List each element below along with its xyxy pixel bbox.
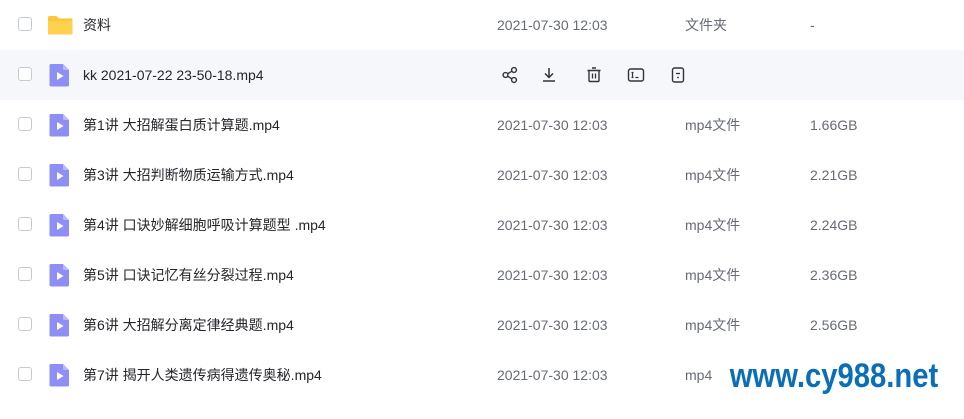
row-checkbox[interactable] [18, 167, 32, 181]
file-size: 1.66GB [810, 117, 858, 133]
file-row[interactable]: 第4讲 口诀妙解细胞呼吸计算题型 .mp4 2021-07-30 12:03 m… [0, 200, 964, 250]
file-date: 2021-07-30 12:03 [497, 317, 608, 333]
file-size: 2.24GB [810, 217, 858, 233]
file-type: mp4文件 [685, 317, 741, 333]
watermark: www.cy988.net [728, 354, 941, 398]
file-type: mp4文件 [685, 167, 741, 183]
file-row[interactable]: kk 2021-07-22 23-50-18.mp4 [0, 50, 964, 100]
file-type: 文件夹 [685, 17, 727, 33]
share-icon[interactable] [498, 63, 522, 87]
video-file-icon [47, 362, 73, 388]
file-date: 2021-07-30 12:03 [497, 217, 608, 233]
row-checkbox[interactable] [18, 317, 32, 331]
file-date: 2021-07-30 12:03 [497, 117, 608, 133]
row-checkbox[interactable] [18, 267, 32, 281]
file-type: mp4文件 [685, 217, 741, 233]
file-size: 2.21GB [810, 167, 858, 183]
file-name[interactable]: 第5讲 口诀记忆有丝分裂过程.mp4 [83, 250, 294, 300]
file-name[interactable]: 第7讲 揭开人类遗传病得遗传奥秘.mp4 [83, 350, 322, 400]
file-date: 2021-07-30 12:03 [497, 367, 608, 383]
delete-icon[interactable] [582, 63, 606, 87]
file-row[interactable]: 第5讲 口诀记忆有丝分裂过程.mp4 2021-07-30 12:03 mp4文… [0, 250, 964, 300]
file-date: 2021-07-30 12:03 [497, 167, 608, 183]
row-checkbox[interactable] [18, 117, 32, 131]
download-icon[interactable] [537, 63, 561, 87]
file-name[interactable]: kk 2021-07-22 23-50-18.mp4 [83, 50, 264, 100]
video-file-icon [47, 162, 73, 188]
row-checkbox[interactable] [18, 217, 32, 231]
more-icon[interactable] [666, 63, 690, 87]
file-list: 资料 2021-07-30 12:03 文件夹 - kk 2021-07-22 … [0, 0, 964, 400]
file-size: - [810, 17, 815, 33]
file-row[interactable]: 资料 2021-07-30 12:03 文件夹 - [0, 0, 964, 50]
file-row[interactable]: 第1讲 大招解蛋白质计算题.mp4 2021-07-30 12:03 mp4文件… [0, 100, 964, 150]
rename-icon[interactable] [624, 63, 648, 87]
file-row[interactable]: 第3讲 大招判断物质运输方式.mp4 2021-07-30 12:03 mp4文… [0, 150, 964, 200]
row-checkbox[interactable] [18, 17, 32, 31]
folder-icon [47, 12, 73, 38]
row-checkbox[interactable] [18, 67, 32, 81]
file-size: 2.56GB [810, 317, 858, 333]
file-row[interactable]: 第6讲 大招解分离定律经典题.mp4 2021-07-30 12:03 mp4文… [0, 300, 964, 350]
row-checkbox[interactable] [18, 367, 32, 381]
video-file-icon [47, 312, 73, 338]
file-type: mp4文件 [685, 267, 741, 283]
file-date: 2021-07-30 12:03 [497, 17, 608, 33]
file-type: mp4文件 [685, 117, 741, 133]
file-date: 2021-07-30 12:03 [497, 267, 608, 283]
file-name[interactable]: 第1讲 大招解蛋白质计算题.mp4 [83, 100, 280, 150]
file-name[interactable]: 资料 [83, 0, 111, 50]
file-type: mp4 [685, 367, 713, 383]
file-name[interactable]: 第6讲 大招解分离定律经典题.mp4 [83, 300, 294, 350]
file-size: 2.36GB [810, 267, 858, 283]
video-file-icon [47, 62, 73, 88]
video-file-icon [47, 112, 73, 138]
file-name[interactable]: 第4讲 口诀妙解细胞呼吸计算题型 .mp4 [83, 200, 326, 250]
video-file-icon [47, 262, 73, 288]
video-file-icon [47, 212, 73, 238]
file-name[interactable]: 第3讲 大招判断物质运输方式.mp4 [83, 150, 294, 200]
